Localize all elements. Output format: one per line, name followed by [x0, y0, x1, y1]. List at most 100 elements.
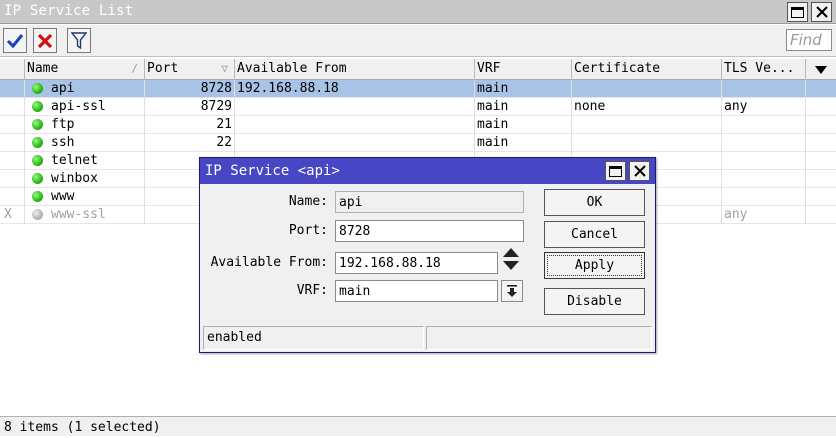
service-tls-version: any	[722, 98, 806, 116]
column-header-tls-version[interactable]: TLS Ve...	[722, 59, 806, 80]
service-certificate: none	[572, 98, 722, 116]
service-vrf: main	[475, 134, 572, 152]
sort-indicator-icon: /	[131, 62, 138, 75]
service-tls-version	[722, 170, 806, 188]
service-name: ftp	[51, 117, 75, 132]
maximize-icon	[609, 165, 622, 177]
table-row[interactable]: api 8728 192.168.88.18 main	[0, 80, 836, 98]
table-row[interactable]: api-ssl 8729 main none any	[0, 98, 836, 116]
column-header-label: VRF	[477, 61, 501, 76]
disable-button[interactable]	[33, 28, 57, 53]
port-field[interactable]	[335, 220, 524, 242]
service-tls-version	[722, 188, 806, 206]
service-name: ssh	[51, 135, 75, 150]
column-header-label: TLS Ve...	[724, 61, 795, 76]
available-from-field[interactable]	[335, 252, 498, 274]
column-menu-button[interactable]	[806, 59, 836, 80]
column-header-flag[interactable]	[0, 59, 25, 80]
service-port: 21	[145, 116, 235, 134]
cross-icon	[37, 33, 53, 48]
column-header-label: Port	[147, 61, 179, 76]
vrf-label: VRF:	[296, 283, 328, 298]
service-name: api	[51, 81, 75, 96]
maximize-button[interactable]	[787, 2, 808, 22]
service-tls-version	[722, 152, 806, 170]
name-field[interactable]	[335, 191, 524, 213]
column-header-label: Available From	[237, 61, 347, 76]
service-available-from	[235, 98, 475, 116]
row-flag	[0, 80, 25, 98]
add-remove-spinner-icon[interactable]	[501, 246, 521, 272]
enable-button[interactable]	[3, 28, 27, 53]
status-enabled-icon	[32, 101, 43, 112]
column-header-label: Name	[27, 61, 59, 76]
status-enabled-icon	[32, 119, 43, 130]
apply-button[interactable]: Apply	[544, 252, 645, 279]
service-vrf: main	[475, 116, 572, 134]
sort-indicator-icon: ▽	[221, 62, 228, 75]
row-flag	[0, 134, 25, 152]
maximize-icon	[791, 6, 804, 18]
vrf-field[interactable]	[335, 280, 498, 302]
service-certificate	[572, 116, 722, 134]
dialog-close-button[interactable]	[629, 161, 650, 181]
item-count: 8 items (1 selected)	[4, 420, 161, 435]
service-vrf: main	[475, 80, 572, 98]
column-header-port[interactable]: Port ▽	[145, 59, 235, 80]
row-flag	[0, 116, 25, 134]
dialog-title: IP Service <api>	[205, 163, 340, 179]
service-available-from	[235, 116, 475, 134]
dialog-status-text: enabled	[203, 326, 424, 350]
vrf-dropdown-button[interactable]	[501, 280, 523, 302]
service-tls-version	[722, 134, 806, 152]
service-name: api-ssl	[51, 99, 106, 114]
status-disabled-icon	[32, 209, 43, 220]
status-enabled-icon	[32, 83, 43, 94]
close-icon	[815, 6, 828, 18]
table-row[interactable]: ftp 21 main	[0, 116, 836, 134]
toolbar	[0, 25, 836, 57]
table-row[interactable]: ssh 22 main	[0, 134, 836, 152]
column-header-available-from[interactable]: Available From	[235, 59, 475, 80]
chevron-down-icon	[815, 65, 827, 74]
service-port: 8728	[145, 80, 235, 98]
check-icon	[6, 33, 24, 48]
service-name: www	[51, 189, 75, 204]
ok-button[interactable]: OK	[544, 189, 645, 216]
service-tls-version	[722, 80, 806, 98]
status-enabled-icon	[32, 137, 43, 148]
service-name: www-ssl	[51, 207, 106, 222]
window-titlebar[interactable]: IP Service List	[0, 0, 836, 24]
column-header-certificate[interactable]: Certificate	[572, 59, 722, 80]
dialog-titlebar[interactable]: IP Service <api>	[200, 158, 655, 184]
row-flag-disabled: X	[0, 206, 25, 224]
status-enabled-icon	[32, 191, 43, 202]
service-name: winbox	[51, 171, 98, 186]
row-flag	[0, 170, 25, 188]
close-icon	[633, 165, 646, 177]
service-name: telnet	[51, 153, 98, 168]
table-header: Name / Port ▽ Available From VRF Certifi…	[0, 59, 836, 80]
cancel-button[interactable]: Cancel	[544, 221, 645, 248]
status-enabled-icon	[32, 173, 43, 184]
column-header-name[interactable]: Name /	[25, 59, 145, 80]
find-input[interactable]	[786, 29, 832, 51]
ip-service-list-window: IP Service List Name / Port ▽	[0, 0, 836, 436]
service-tls-version: any	[722, 206, 806, 224]
dialog-status-segment	[426, 326, 652, 350]
name-label: Name:	[288, 194, 328, 209]
filter-icon	[71, 31, 87, 49]
close-button[interactable]	[811, 2, 832, 22]
status-bar: 8 items (1 selected)	[0, 416, 836, 436]
dialog-status-bar: enabled	[203, 326, 652, 350]
column-header-label: Certificate	[574, 61, 661, 76]
column-header-vrf[interactable]: VRF	[475, 59, 572, 80]
dialog-maximize-button[interactable]	[605, 161, 626, 181]
port-label: Port:	[288, 223, 328, 238]
service-certificate	[572, 80, 722, 98]
row-flag	[0, 98, 25, 116]
disable-service-button[interactable]: Disable	[544, 288, 645, 315]
service-available-from: 192.168.88.18	[235, 80, 475, 98]
filter-button[interactable]	[67, 28, 91, 53]
ip-service-dialog: IP Service <api> Name: Port: Available F…	[199, 157, 656, 353]
